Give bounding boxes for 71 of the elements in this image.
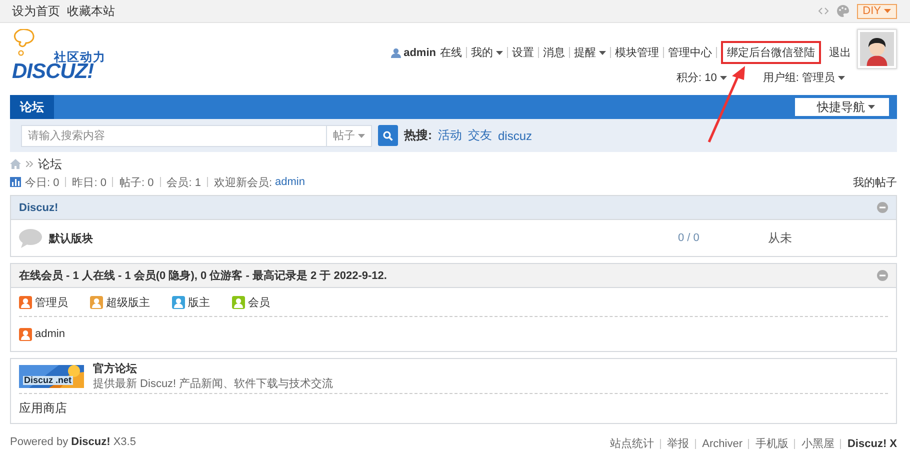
top-link[interactable]: 设为首页	[12, 2, 60, 20]
footer-link[interactable]: Archiver	[702, 438, 742, 450]
logout-link[interactable]: 退出	[825, 45, 851, 60]
online-title: 在线会员 - 1 人在线 - 1 会员(0 隐身), 0 位游客 - 最高记录是 2 于 2022-9-12.	[19, 268, 387, 283]
collapse-icon[interactable]	[877, 202, 888, 213]
home-icon[interactable]	[10, 159, 21, 169]
hot-search-label: 热搜:	[404, 127, 432, 144]
menu-link[interactable]: 提醒	[574, 45, 606, 60]
link-title[interactable]: 官方论坛	[93, 361, 334, 376]
menu-link[interactable]: 我的	[471, 45, 503, 60]
caret-icon	[496, 51, 503, 56]
menu-link[interactable]: 管理中心	[668, 45, 712, 60]
hot-search-link[interactable]: discuz	[498, 128, 532, 142]
search-field[interactable]: 请输入搜索内容 帖子	[21, 124, 372, 146]
quick-nav-button[interactable]: 快捷导航	[795, 98, 889, 116]
footer-link[interactable]: 小黑屋	[801, 436, 834, 451]
powered-by-text: Powered by Discuz! X3.5	[10, 436, 136, 450]
online-status: 在线	[440, 46, 462, 60]
user-stat-link[interactable]: 用户组: 管理员	[762, 70, 845, 85]
site-banner[interactable]: Discuz .net	[19, 364, 84, 388]
stat-text: 会员: 1	[166, 176, 201, 190]
search-button[interactable]	[378, 125, 398, 146]
forum-counts: 0 / 0	[678, 232, 700, 244]
legend-label: 会员	[248, 296, 270, 310]
forum-link[interactable]: 默认版块	[49, 230, 678, 246]
last-post-text: 从未	[768, 230, 793, 246]
welcome-text: 欢迎新会员:	[214, 176, 272, 190]
menu-link[interactable]: 设置	[512, 45, 534, 60]
footer-brand-link[interactable]: Discuz! X	[847, 438, 897, 450]
text-link[interactable]: 应用商店	[19, 400, 67, 417]
caret-icon	[838, 76, 845, 80]
menu-link[interactable]: 模块管理	[615, 45, 659, 60]
member-link[interactable]: admin	[275, 176, 305, 188]
search-icon	[383, 130, 393, 140]
user-link[interactable]: admin	[35, 328, 65, 340]
caret-icon	[884, 9, 891, 13]
legend-label: 超级版主	[106, 296, 150, 310]
my-posts-link[interactable]: 我的帖子	[853, 174, 897, 190]
menu-link[interactable]: 消息	[543, 45, 565, 60]
stat-text: 昨日: 0	[72, 176, 106, 190]
chart-icon	[10, 177, 21, 187]
link-description: 提供最新 Discuz! 产品新闻、软件下载与技术交流	[93, 376, 334, 391]
caret-icon	[358, 134, 365, 138]
user-stat-link[interactable]: 积分: 10	[676, 70, 727, 85]
speech-bubble-icon	[19, 228, 42, 248]
hot-search-link[interactable]: 交友	[468, 127, 492, 144]
legend-label: 管理员	[35, 296, 68, 310]
footer-link[interactable]: 手机版	[755, 436, 788, 451]
nav-tab[interactable]: 论坛	[10, 95, 54, 119]
category-title[interactable]: Discuz!	[19, 202, 58, 214]
legend-label: 版主	[188, 296, 210, 310]
code-icon[interactable]	[818, 7, 829, 15]
menu-link[interactable]: 绑定后台微信登陆	[721, 41, 821, 64]
logo-tagline: 社区动力	[54, 49, 106, 64]
footer-link[interactable]: 举报	[667, 436, 690, 451]
user-icon	[390, 48, 401, 58]
footer-link[interactable]: 站点统计	[610, 436, 654, 451]
avatar-icon[interactable]	[857, 29, 897, 69]
hot-search-link[interactable]: 活动	[438, 127, 462, 144]
stat-text: 帖子: 0	[119, 176, 154, 190]
stat-text: 今日: 0	[25, 176, 60, 190]
collapse-icon[interactable]	[877, 270, 888, 281]
username-link[interactable]: admin	[404, 46, 436, 58]
thought-bubble-icon	[13, 29, 37, 58]
palette-icon[interactable]	[836, 5, 849, 17]
chevron-icon	[26, 161, 33, 167]
caret-icon	[599, 51, 606, 56]
caret-icon	[720, 76, 727, 80]
top-link[interactable]: 收藏本站	[67, 2, 115, 20]
breadcrumb-link[interactable]: 论坛	[38, 156, 62, 172]
caret-icon	[868, 105, 875, 110]
